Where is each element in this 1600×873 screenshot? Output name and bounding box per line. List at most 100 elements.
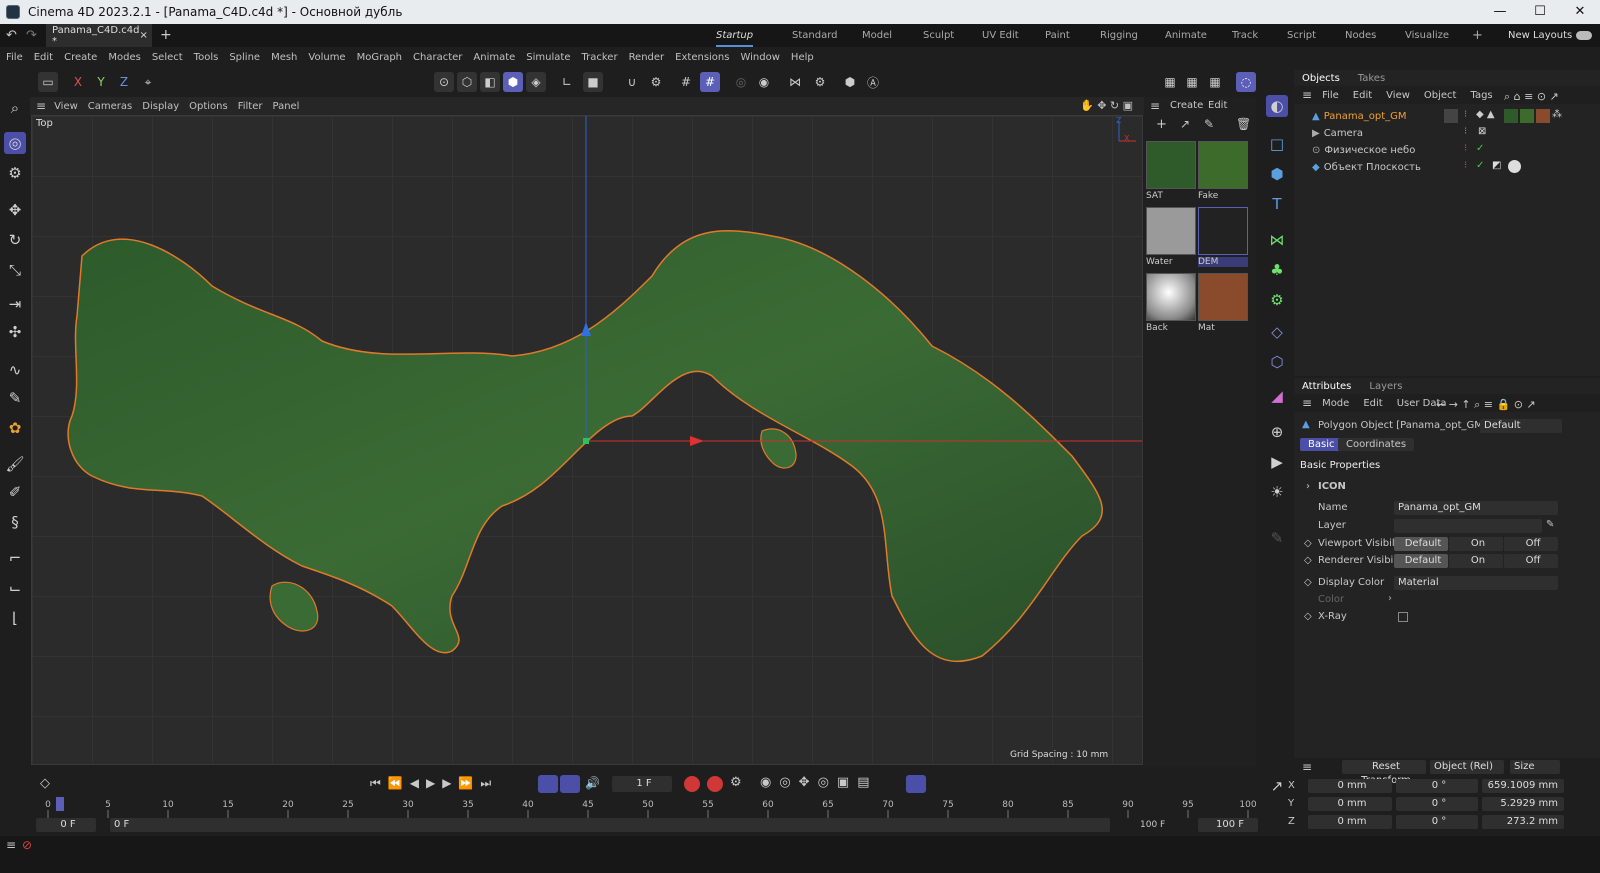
tab-layers[interactable]: Layers (1369, 381, 1402, 392)
playback-rate-button[interactable] (560, 775, 580, 793)
viewport-solo-icon[interactable]: ◉ (754, 72, 774, 92)
tweak-mode-icon[interactable]: ■ (583, 72, 603, 92)
color-chevron-right-icon[interactable]: › (1388, 593, 1392, 604)
material-menu-create[interactable]: Create (1170, 100, 1203, 111)
plane-visibility-icon[interactable]: ⁝ (1464, 160, 1467, 171)
loop-button[interactable] (538, 775, 558, 793)
menu-volume[interactable]: Volume (308, 52, 345, 63)
z-axis-lock[interactable]: Z (114, 72, 134, 92)
undo-history-icon[interactable]: ▭ (38, 72, 58, 92)
viewport-menu-cameras[interactable]: Cameras (88, 101, 132, 112)
current-frame-field[interactable]: 1 F (612, 776, 672, 792)
menu-modes[interactable]: Modes (108, 52, 140, 63)
interactive-render-icon[interactable]: ◌ (1236, 72, 1256, 92)
layout-tab-paint[interactable]: Paint (1045, 24, 1070, 47)
attributes-preset-select[interactable]: Default (1480, 419, 1562, 433)
tab-takes[interactable]: Takes (1358, 73, 1385, 84)
motion-system-button[interactable] (906, 775, 926, 793)
transform-hamburger-icon[interactable]: ≡ (1302, 760, 1312, 774)
viewport-vis-default[interactable]: Default (1394, 537, 1448, 551)
menu-render[interactable]: Render (629, 52, 665, 63)
size-y-field[interactable]: 5.2929 mm (1482, 797, 1564, 811)
viewport-top[interactable]: Top X Z Grid Spacing : 10 mm (31, 115, 1143, 765)
size-mode-select[interactable]: Size (1510, 760, 1560, 774)
polygons-mode-icon[interactable]: ◧ (480, 72, 500, 92)
redo-icon[interactable]: ↷ (26, 28, 37, 43)
edit-icon[interactable]: ✎ (1266, 527, 1288, 549)
viewport-menu-options[interactable]: Options (189, 101, 228, 112)
layout-tab-visualize[interactable]: Visualize (1405, 24, 1449, 47)
playback-controls[interactable]: ⏮⏪◀▶▶⏩⏭ (370, 776, 498, 791)
attributes-menu-mode[interactable]: Mode (1322, 398, 1349, 409)
subtab-coordinates[interactable]: Coordinates (1338, 438, 1415, 451)
layout-tab-uv-edit[interactable]: UV Edit (982, 24, 1019, 47)
spline-pen-icon[interactable]: ∿ (4, 359, 26, 381)
snap-grid-icon[interactable]: # (700, 72, 720, 92)
menu-mesh[interactable]: Mesh (271, 52, 297, 63)
playhead[interactable] (56, 797, 64, 811)
layout-toggle[interactable] (1576, 31, 1592, 40)
plane-tag-icon[interactable]: ◩ (1492, 160, 1501, 171)
render-to-picture-viewer-icon[interactable]: ▦ (1182, 72, 1202, 92)
spline-sketch-icon[interactable]: ✎ (4, 387, 26, 409)
timeline-ruler[interactable]: 0 5 10 15 20 25 30 35 40 45 50 55 60 65 70 75 80 85 90 95 10… (30, 796, 1262, 820)
mograph-tag-icon[interactable]: ⁂ (1552, 109, 1562, 120)
renderer-visibility-keyframe-icon[interactable]: ◇ (1304, 555, 1312, 566)
rotate-tool-icon[interactable]: ↻ (4, 229, 26, 251)
environment-icon[interactable]: ⊕ (1266, 421, 1288, 443)
transfer-tool-icon[interactable]: ⇥ (4, 293, 26, 315)
texture-tag-fake[interactable] (1520, 109, 1534, 123)
material-arrow-icon[interactable]: ↗ (1180, 117, 1190, 131)
objects-menu-edit[interactable]: Edit (1353, 90, 1372, 101)
knife-icon[interactable]: ✐ (4, 481, 26, 503)
record-button[interactable] (684, 776, 700, 792)
deformer-icon[interactable]: ◢ (1266, 385, 1288, 407)
texture-tag-mat[interactable] (1536, 109, 1550, 123)
layout-tab-nodes[interactable]: Nodes (1345, 24, 1376, 47)
layout-tab-script[interactable]: Script (1287, 24, 1316, 47)
render-view-icon[interactable]: ▦ (1160, 72, 1180, 92)
text-object-icon[interactable]: T (1266, 193, 1288, 215)
rotation-y-field[interactable]: 0 ° (1396, 797, 1478, 811)
menu-edit[interactable]: Edit (34, 52, 53, 63)
sky-visibility-icon[interactable]: ⁝ (1464, 143, 1467, 154)
effector-icon[interactable]: ⬡ (1266, 351, 1288, 373)
menu-help[interactable]: Help (791, 52, 814, 63)
max-frame-field[interactable]: 100 F (1198, 818, 1258, 832)
field-icon[interactable]: ◇ (1266, 321, 1288, 343)
material-swatch-dem[interactable]: DEM (1198, 207, 1248, 271)
delete-material-icon[interactable]: 🗑 (1236, 117, 1251, 131)
magnet-snap-icon[interactable]: ∪ (622, 72, 642, 92)
viewport-menu-display[interactable]: Display (142, 101, 179, 112)
position-z-field[interactable]: 0 mm (1308, 815, 1392, 829)
viewport-vis-on[interactable]: On (1449, 537, 1503, 551)
layout-tab-sculpt[interactable]: Sculpt (923, 24, 954, 47)
light-object-icon[interactable]: ☀ (1266, 481, 1288, 503)
menu-character[interactable]: Character (413, 52, 462, 63)
menu-animate[interactable]: Animate (473, 52, 515, 63)
min-frame-field[interactable]: 0 F (36, 818, 96, 832)
rotation-z-field[interactable]: 0 ° (1396, 815, 1478, 829)
viewport-vis-off[interactable]: Off (1504, 537, 1558, 551)
texture-tag-sat[interactable] (1504, 109, 1518, 123)
render-settings-icon[interactable]: ▦ (1205, 72, 1225, 92)
layout-tab-track[interactable]: Track (1232, 24, 1258, 47)
objects-menu-view[interactable]: View (1386, 90, 1410, 101)
layout-tab-rigging[interactable]: Rigging (1100, 24, 1138, 47)
undo-icon[interactable]: ↶ (6, 28, 17, 43)
autokey-icon[interactable]: Ⓐ (863, 72, 883, 92)
attributes-nav-icons[interactable]: ← → ↑ ⌕ ≡ 🔒 ⊙ ↗ (1436, 398, 1536, 412)
sound-icon[interactable]: 🔊 (585, 776, 600, 790)
menu-file[interactable]: File (6, 52, 23, 63)
status-menu-icon[interactable]: ≡ (6, 838, 16, 852)
viewport-hamburger-icon[interactable]: ≡ (36, 99, 46, 113)
size-x-field[interactable]: 659.1009 mm (1482, 779, 1564, 793)
spline-object-icon[interactable]: □ (1266, 133, 1288, 155)
display-color-keyframe-icon[interactable]: ◇ (1304, 577, 1312, 588)
objects-menu-file[interactable]: File (1322, 90, 1339, 101)
model-mode-icon[interactable]: ⬢ (503, 72, 523, 92)
texture-mode-icon[interactable]: ◈ (526, 72, 546, 92)
live-selection-icon[interactable]: ◎ (4, 132, 26, 154)
close-tab-icon[interactable]: × (139, 30, 147, 41)
viewport-menu-filter[interactable]: Filter (238, 101, 263, 112)
